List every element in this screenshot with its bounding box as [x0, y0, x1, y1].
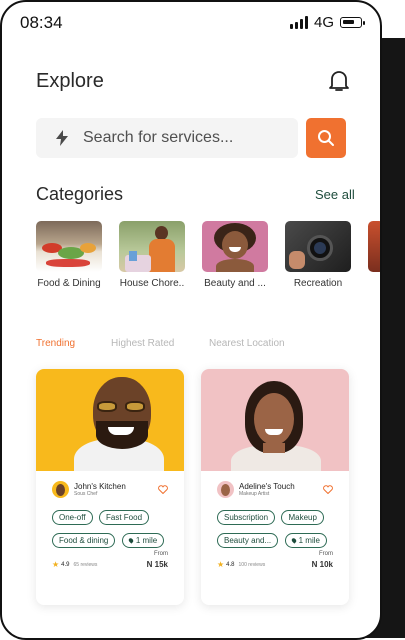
tag-list: One-off Fast Food Food & dining 1 mile: [52, 507, 182, 553]
network-type: 4G: [313, 14, 334, 31]
category-image: [119, 221, 185, 272]
status-indicators: 4G: [289, 14, 365, 31]
distance-tag: 1 mile: [121, 533, 165, 548]
search-bar: [36, 118, 298, 158]
avatar: [52, 481, 69, 498]
category-label: Food & Dining: [37, 278, 101, 289]
category-label: Recreation: [293, 278, 343, 289]
card-hero-image: [36, 369, 184, 471]
category-food-dining[interactable]: Food & Dining: [36, 221, 102, 289]
tab-nearest-location[interactable]: Nearest Location: [209, 338, 285, 349]
category-image: [202, 221, 268, 272]
category-house-chores[interactable]: House Chore..: [119, 221, 185, 289]
review-count: 100 reviews: [238, 561, 266, 568]
tag: Makeup: [281, 510, 324, 525]
search-button[interactable]: [306, 118, 346, 158]
provider-role: Makeup Artist: [239, 490, 270, 497]
rating-value: 4.8: [226, 561, 235, 568]
category-recreation[interactable]: Recreation: [285, 221, 351, 289]
provider-name: Adeline's Touch: [239, 481, 295, 491]
categories-heading: Categories: [36, 184, 124, 204]
category-beauty[interactable]: Beauty and ...: [202, 221, 268, 289]
tag: One-off: [52, 510, 93, 525]
tag: Fast Food: [99, 510, 150, 525]
battery-level: [343, 20, 354, 24]
bolt-icon: [56, 130, 68, 146]
distance-value: 1 mile: [298, 536, 320, 545]
search-icon: [318, 130, 334, 146]
status-time: 08:34: [20, 13, 63, 32]
tab-trending[interactable]: Trending: [36, 338, 75, 349]
service-card[interactable]: John's Kitchen Sous Chef One-off Fast Fo…: [36, 369, 184, 605]
card-hero-image: [201, 369, 349, 471]
rating: ★ 4.8 100 reviews: [217, 560, 265, 569]
rating-value: 4.9: [61, 561, 70, 568]
tag: Beauty and...: [217, 533, 279, 548]
see-all-link[interactable]: See all: [315, 187, 355, 202]
heart-icon[interactable]: [323, 485, 333, 494]
tag-list: Subscription Makeup Beauty and... 1 mile: [217, 507, 347, 553]
categories-list: Food & Dining House Chore.. Beauty and .…: [36, 221, 380, 296]
phone-screen: 08:34 4G Explore Categories S: [0, 0, 382, 640]
category-image: [368, 221, 380, 272]
price-label: From: [154, 551, 168, 557]
provider-info: Adeline's Touch Makeup Artist: [217, 481, 295, 498]
category-label: House Chore..: [119, 278, 185, 289]
bell-icon[interactable]: [328, 69, 350, 93]
rating: ★ 4.9 65 reviews: [52, 560, 97, 569]
price-value: N 10k: [311, 560, 333, 569]
tag: Food & dining: [52, 533, 116, 548]
location-pin-icon: [290, 537, 297, 544]
provider-info: John's Kitchen Sous Chef: [52, 481, 126, 498]
avatar: [217, 481, 234, 498]
service-card[interactable]: Adeline's Touch Makeup Artist Subscripti…: [201, 369, 349, 605]
battery-icon: [340, 17, 365, 28]
category-partial[interactable]: [368, 221, 380, 278]
distance-tag: 1 mile: [284, 533, 327, 548]
page-title: Explore: [36, 70, 104, 92]
category-image: [285, 221, 351, 272]
review-count: 65 reviews: [73, 561, 98, 568]
category-image: [36, 221, 102, 272]
tag: Subscription: [217, 510, 276, 525]
distance-value: 1 mile: [135, 536, 158, 545]
price-label: From: [319, 551, 333, 557]
provider-role: Sous Chef: [74, 490, 98, 497]
status-bar: 08:34 4G: [2, 2, 380, 42]
provider-name: John's Kitchen: [74, 481, 126, 491]
search-input[interactable]: [81, 128, 295, 148]
tab-highest-rated[interactable]: Highest Rated: [111, 338, 174, 349]
price-value: N 15k: [146, 560, 168, 569]
star-icon: ★: [217, 560, 225, 569]
star-icon: ★: [52, 560, 60, 569]
signal-icon: [289, 16, 308, 29]
location-pin-icon: [127, 537, 135, 544]
category-label: Beauty and ...: [204, 278, 266, 289]
heart-icon[interactable]: [158, 485, 168, 494]
